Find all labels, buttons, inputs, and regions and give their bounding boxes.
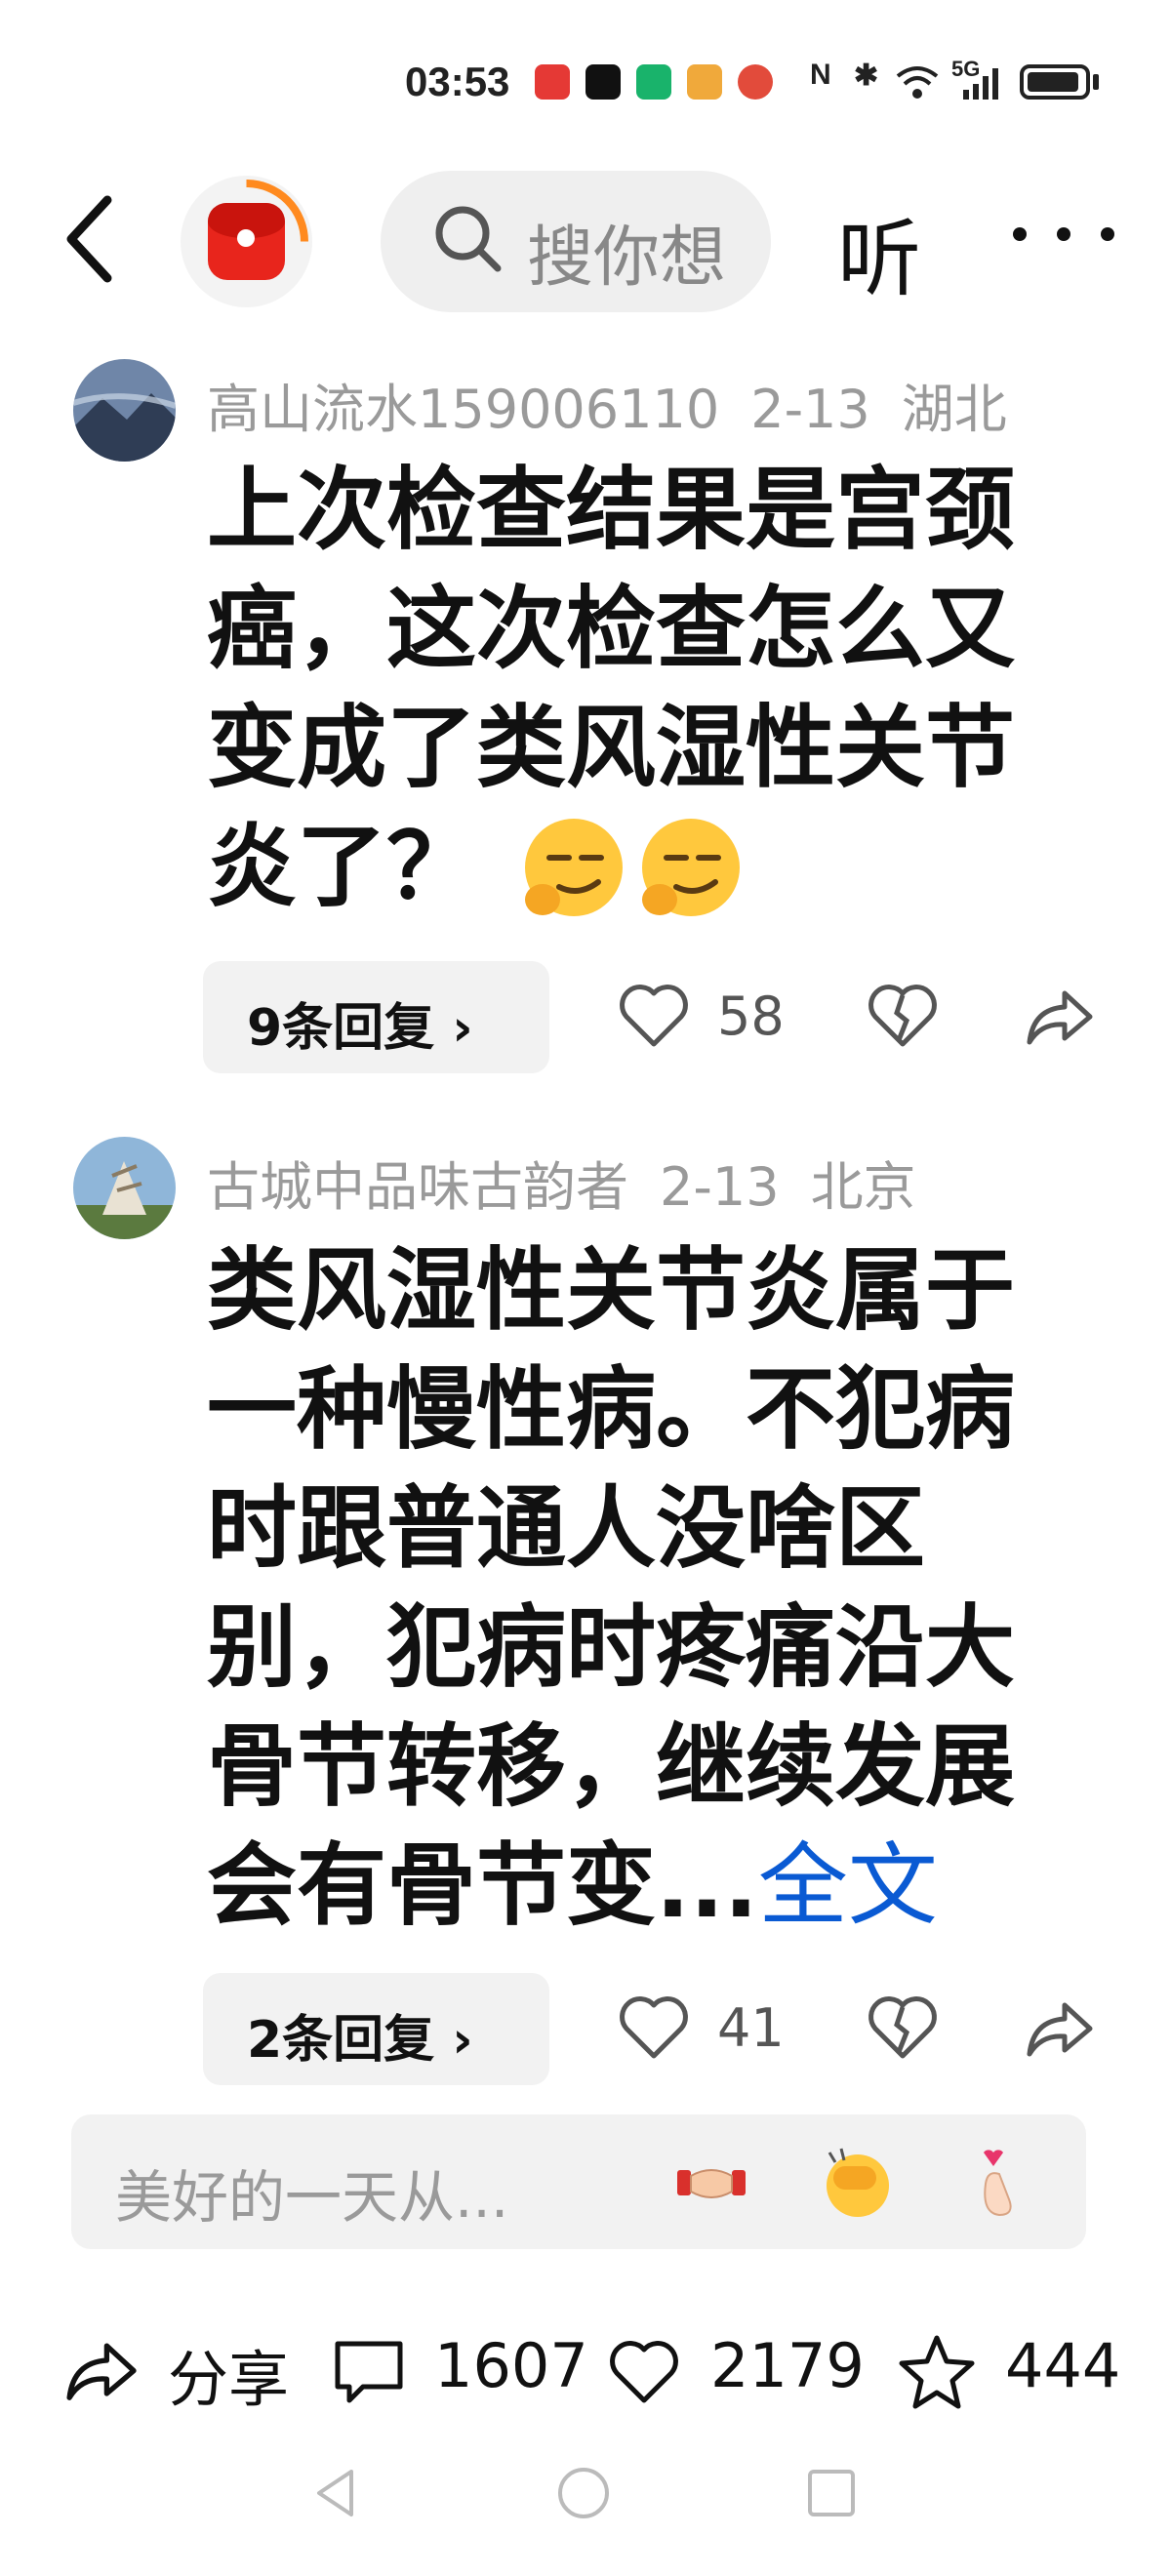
comment-meta: 高山流水159006110 2-13 湖北 (207, 366, 1038, 443)
like-icon[interactable] (615, 976, 693, 1054)
comment-meta: 古城中品味古韵者 2-13 北京 (207, 1144, 948, 1221)
app-notification-icon (535, 64, 570, 100)
comment-text[interactable]: 上次检查结果是宫颈 癌，这次检查怎么又 变成了类风湿性关节 炎了？ (207, 451, 1075, 927)
comment-date: 2-13 (660, 1156, 780, 1218)
nfc-icon: N (810, 59, 831, 91)
dislike-icon[interactable] (864, 1988, 942, 2066)
search-placeholder[interactable]: 搜你想 (527, 203, 751, 300)
nav-recents-icon[interactable] (802, 2464, 861, 2522)
replies-label: 2条回复 (247, 2011, 435, 2070)
status-time: 03:53 (405, 59, 510, 104)
share-icon[interactable] (57, 2327, 144, 2410)
comment-date: 2-13 (750, 379, 870, 440)
like-count: 41 (717, 1997, 785, 2059)
smirk-emoji-icon (642, 819, 741, 916)
status-bar: 03:53 N ✱ 5G (0, 0, 1171, 146)
comment-location: 北京 (810, 1156, 916, 1218)
like-icon[interactable] (615, 1988, 693, 2066)
red-packet-avatar[interactable] (181, 176, 312, 307)
comment-location: 湖北 (901, 379, 1007, 440)
signal-icon (963, 68, 998, 100)
favorite-count[interactable]: 444 (1005, 2330, 1120, 2428)
comment-username[interactable]: 高山流水159006110 (207, 379, 719, 440)
battery-tip (1093, 74, 1099, 90)
comment-username[interactable]: 古城中品味古韵者 (207, 1156, 628, 1218)
app-notification-icon-2 (687, 64, 722, 100)
comment-avatar[interactable] (73, 1137, 176, 1239)
view-replies-button[interactable]: 9条回复 › (203, 961, 549, 1073)
facepalm-emoji-icon[interactable] (820, 2145, 896, 2221)
back-icon[interactable] (54, 185, 132, 293)
comment-input-placeholder: 美好的一天从... (115, 2164, 509, 2231)
nav-back-icon[interactable] (307, 2464, 366, 2522)
tiktok-notification-icon (586, 64, 621, 100)
comment-text[interactable]: 类风湿性关节炎属于 一种慢性病。不犯病 时跟普通人没啥区 别，犯病时疼痛沿大 骨… (207, 1231, 1075, 1946)
like-icon[interactable] (605, 2332, 683, 2410)
chat-notification-icon (636, 64, 671, 100)
handshake-emoji-icon[interactable] (673, 2145, 749, 2221)
search-icon (435, 206, 502, 272)
app-notification-icon-3 (738, 64, 773, 100)
favorite-star-icon[interactable] (896, 2330, 978, 2412)
like-count[interactable]: 2179 (710, 2330, 865, 2428)
share-icon[interactable] (1020, 976, 1098, 1054)
comment-input[interactable]: 美好的一天从... (71, 2114, 1086, 2249)
share-icon[interactable] (1020, 1988, 1098, 2066)
like-count: 58 (717, 986, 785, 1047)
finger-heart-emoji-icon[interactable] (966, 2145, 1042, 2221)
wifi-icon (896, 66, 939, 99)
dislike-icon[interactable] (864, 976, 942, 1054)
comment-icon[interactable] (330, 2332, 408, 2410)
view-replies-button[interactable]: 2条回复 › (203, 1973, 549, 2085)
bluetooth-icon: ✱ (854, 60, 879, 92)
listen-button[interactable]: 听 (837, 190, 921, 312)
comment-avatar[interactable] (73, 359, 176, 462)
replies-label: 9条回复 (247, 999, 435, 1058)
more-icon[interactable] (1005, 195, 1122, 273)
comment-count[interactable]: 1607 (434, 2330, 588, 2428)
smirk-emoji-icon (525, 819, 624, 916)
battery-icon (1020, 64, 1090, 100)
full-text-link[interactable]: 全文 (758, 1833, 938, 1938)
share-label[interactable]: 分享 (168, 2330, 289, 2428)
nav-home-icon[interactable] (554, 2464, 613, 2522)
